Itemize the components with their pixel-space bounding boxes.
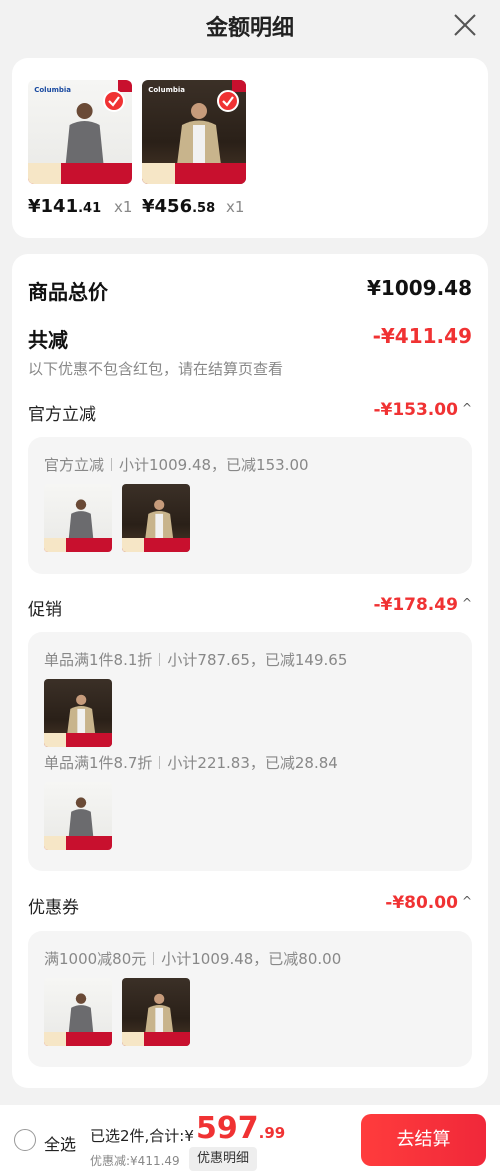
model-image xyxy=(177,103,221,166)
model-image xyxy=(65,103,104,166)
promo-amount: -¥178.49 ^ xyxy=(373,595,472,615)
select-all-label[interactable]: 全选 xyxy=(44,1131,76,1155)
coupon-amount: -¥80.00 ^ xyxy=(385,893,472,913)
product-item-2[interactable]: Columbia ¥456.58 x1 xyxy=(142,80,246,217)
coupon-section-header[interactable]: 优惠券 -¥80.00 ^ xyxy=(28,893,472,918)
product-price: ¥141.41 xyxy=(28,196,102,217)
amount-detail-card: 商品总价 ¥1009.48 共减 -¥411.49 以下优惠不包含红包，请在结算… xyxy=(12,254,488,1088)
brand-logo: Columbia xyxy=(148,86,185,95)
product-qty: x1 xyxy=(226,198,245,216)
total-price-row: 商品总价 ¥1009.48 xyxy=(28,276,472,304)
official-amount: -¥153.00 ^ xyxy=(373,400,472,420)
total-amount: 597.99 xyxy=(196,1111,286,1146)
checkout-button[interactable]: 去结算 xyxy=(361,1114,486,1166)
product-price: ¥456.58 xyxy=(142,196,216,217)
discount-text: 优惠减:¥411.49 xyxy=(90,1154,180,1168)
product-thumbnail: Columbia xyxy=(142,80,246,184)
promo-line-2: 单品满1件8.7折 小计221.83，已减28.84 xyxy=(44,754,338,772)
redpacket-hint: 以下优惠不包含红包，请在结算页查看 xyxy=(28,360,284,378)
coupon-panel: 满1000减80元 小计1009.48，已减80.00 xyxy=(28,931,472,1067)
total-reduce-row: 共减 -¥411.49 xyxy=(28,324,472,352)
product-thumbnail[interactable] xyxy=(122,978,190,1046)
total-price-amount: ¥1009.48 xyxy=(366,276,472,300)
product-thumbnail[interactable] xyxy=(44,782,112,850)
page-title: 金额明细 xyxy=(205,16,294,41)
product-thumbnail[interactable] xyxy=(44,978,112,1046)
chevron-up-icon[interactable]: ^ xyxy=(462,401,472,415)
total-price-label: 商品总价 xyxy=(28,280,108,304)
product-qty: x1 xyxy=(114,198,133,216)
select-all-radio[interactable] xyxy=(14,1129,36,1151)
selected-summary: 已选2件,合计:¥ xyxy=(90,1127,194,1145)
check-icon[interactable] xyxy=(103,90,125,112)
promo-section-header[interactable]: 促销 -¥178.49 ^ xyxy=(28,595,472,620)
promo-label: 促销 xyxy=(28,600,62,620)
official-line: 官方立减 小计1009.48，已减153.00 xyxy=(44,456,309,474)
chevron-up-icon[interactable]: ^ xyxy=(462,894,472,908)
promo-line-1: 单品满1件8.1折 小计787.65，已减149.65 xyxy=(44,651,348,669)
product-item-1[interactable]: Columbia ¥141.41 x1 xyxy=(28,80,132,217)
coupon-label: 优惠券 xyxy=(28,898,79,918)
checkout-bar: 全选 已选2件,合计:¥ 597.99 优惠减:¥411.49 优惠明细 去结算 xyxy=(0,1105,500,1173)
promo-panel: 单品满1件8.1折 小计787.65，已减149.65 单品满1件8.7折 小计22… xyxy=(28,632,472,871)
coupon-line: 满1000减80元 小计1009.48，已减80.00 xyxy=(44,950,342,968)
official-label: 官方立减 xyxy=(28,405,96,425)
product-thumbnail: Columbia xyxy=(28,80,132,184)
chevron-up-icon[interactable]: ^ xyxy=(462,596,472,610)
total-reduce-label: 共减 xyxy=(28,328,68,352)
product-thumbnail[interactable] xyxy=(44,484,112,552)
check-icon[interactable] xyxy=(217,90,239,112)
discount-detail-button[interactable]: 优惠明细 xyxy=(189,1147,258,1171)
official-panel: 官方立减 小计1009.48，已减153.00 xyxy=(28,437,472,574)
product-thumbnail[interactable] xyxy=(122,484,190,552)
total-reduce-amount: -¥411.49 xyxy=(372,324,472,348)
brand-logo: Columbia xyxy=(34,86,71,95)
header: 金额明细 xyxy=(0,0,500,52)
product-thumbnail[interactable] xyxy=(44,679,112,747)
close-icon[interactable] xyxy=(452,12,478,38)
official-section-header[interactable]: 官方立减 -¥153.00 ^ xyxy=(28,400,472,425)
product-card: Columbia ¥141.41 x1 Columbia ¥456.58 x1 xyxy=(12,58,488,238)
